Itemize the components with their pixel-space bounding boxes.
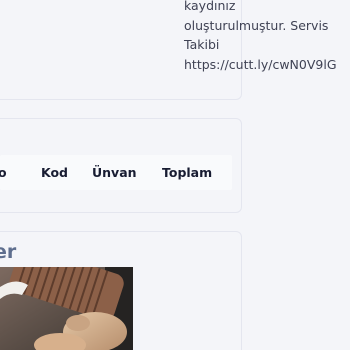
- message-line: kaydınız: [184, 0, 236, 13]
- message-line: oluşturulmuştur. Servis: [184, 17, 329, 33]
- page: kaydınız oluşturulmuştur. Servis Takibi …: [0, 0, 350, 350]
- column-header-toplam[interactable]: Toplam: [162, 166, 212, 180]
- tracking-link[interactable]: https://cutt.ly/cwN0V9lG: [184, 55, 350, 75]
- service-tracking-message: kaydınız oluşturulmuştur. Servis Takibi …: [184, 0, 350, 74]
- media-card-title: er: [0, 241, 17, 263]
- media-photo: [0, 267, 133, 350]
- message-line: Takibi: [184, 37, 220, 52]
- column-header-kod[interactable]: Kod: [41, 166, 68, 180]
- column-header-unvan[interactable]: Ünvan: [92, 166, 137, 180]
- photo-illustration: [0, 267, 133, 350]
- column-header-truncated[interactable]: o: [0, 166, 7, 180]
